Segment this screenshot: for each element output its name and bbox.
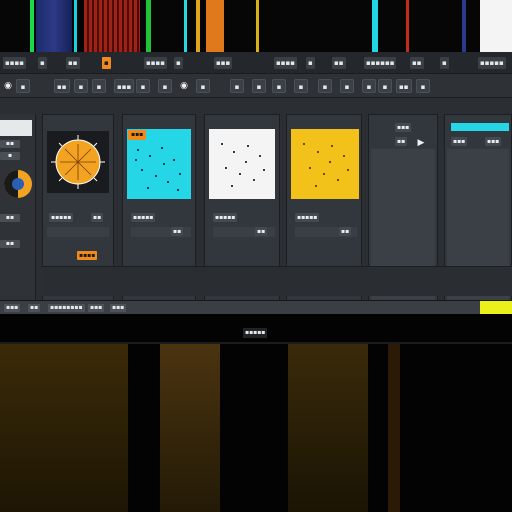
sidebar-item[interactable]: ▪	[0, 152, 20, 160]
toolbar-button[interactable]: ▪	[378, 79, 392, 93]
toolbar-button[interactable]: ▪	[272, 79, 286, 93]
record-icon[interactable]: ◉	[178, 79, 190, 93]
dial-slider[interactable]	[47, 227, 109, 237]
right-sub-label[interactable]: ▪▪▪	[485, 137, 502, 146]
toolbar-button[interactable]: ▪	[230, 79, 244, 93]
sidebar-item[interactable]: ▪▪	[0, 214, 20, 222]
dial-footer-label: ▪▪▪▪▪	[49, 213, 74, 222]
bottom-label: ▪▪▪▪▪	[243, 328, 268, 338]
toolbar-button[interactable]: ▪▪	[396, 79, 412, 93]
cyan-header-button[interactable]: ▪▪▪	[128, 130, 147, 140]
toolbar-button[interactable]: ▪▪▪	[114, 79, 135, 93]
strip-red-block	[84, 0, 140, 52]
cyan-footer-label: ▪▪▪▪▪	[131, 213, 156, 222]
menu-bar: ▪▪▪▪ ▪ ▪▪ ▪ ▪▪▪▪ ▪ ▪▪▪ ▪▪▪▪ ▪ ▪▪ ▪▪▪▪▪▪ …	[0, 52, 512, 74]
menu-item-active[interactable]: ▪	[102, 57, 111, 69]
strip-blue-bar	[462, 0, 466, 52]
menu-item[interactable]: ▪▪▪▪	[144, 57, 167, 69]
menu-item[interactable]: ▪▪	[332, 57, 346, 69]
sidebar-item[interactable]: ▪▪	[0, 240, 20, 248]
status-item: ▪▪▪	[4, 304, 21, 312]
sidebar-thumbnail-graphic	[4, 170, 32, 198]
dial-graphic	[51, 135, 105, 189]
menu-item[interactable]: ▪▪▪▪	[3, 57, 26, 69]
menu-item[interactable]: ▪▪▪	[214, 57, 233, 69]
left-sidebar: ▪▪ ▪ ▪▪ ▪▪	[0, 114, 36, 310]
toolbar-button[interactable]: ▪	[92, 79, 106, 93]
app-window: ▪▪▪▪ ▪ ▪▪ ▪ ▪▪▪▪ ▪ ▪▪▪ ▪▪▪▪ ▪ ▪▪ ▪▪▪▪▪▪ …	[0, 52, 512, 314]
sidebar-header[interactable]	[0, 120, 32, 136]
strip-green-bar-2	[146, 0, 151, 52]
status-item: ▪▪▪	[88, 304, 105, 312]
white-footer-value: ▪▪	[255, 227, 268, 236]
toolbar-button[interactable]: ▪	[136, 79, 150, 93]
lower-band	[42, 266, 512, 296]
bottom-column	[160, 344, 220, 512]
menu-item[interactable]: ▪▪▪▪	[274, 57, 297, 69]
menu-item[interactable]: ▪▪▪▪▪▪	[364, 57, 397, 69]
toolbar-button[interactable]: ▪	[196, 79, 210, 93]
top-color-strip	[0, 0, 512, 52]
status-bar: ▪▪▪ ▪▪ ▪▪▪▪▪▪▪▪ ▪▪▪ ▪▪▪	[0, 300, 512, 315]
white-tile[interactable]	[209, 129, 275, 199]
toolbar-button[interactable]: ▪	[74, 79, 88, 93]
white-pattern	[221, 143, 265, 187]
toolbar-button[interactable]: ▪	[416, 79, 430, 93]
status-item: ▪▪▪	[110, 304, 127, 312]
toolbar-button[interactable]: ▪	[294, 79, 308, 93]
toolbar-button[interactable]: ▪	[362, 79, 376, 93]
toolbar-button[interactable]: ▪▪	[54, 79, 70, 93]
bottom-region: ▪▪▪▪▪	[0, 314, 512, 512]
white-footer-label: ▪▪▪▪▪	[213, 213, 238, 222]
grey-header-label: ▪▪▪	[395, 123, 412, 132]
strip-gold-bar	[256, 0, 259, 52]
strip-cyan-bar-2	[184, 0, 187, 52]
toolbar-button[interactable]: ▪	[318, 79, 332, 93]
yellow-footer-label: ▪▪▪▪▪	[295, 213, 320, 222]
yellow-pattern	[303, 143, 349, 187]
play-icon[interactable]: ▶	[415, 136, 427, 150]
right-accent-bar	[451, 123, 509, 131]
cyan-footer-value: ▪▪	[171, 227, 184, 236]
sidebar-thumbnail[interactable]	[0, 166, 32, 202]
strip-yellow-bar	[196, 0, 200, 52]
yellow-footer-value: ▪▪	[339, 227, 352, 236]
bottom-column	[0, 344, 128, 512]
dial-tile[interactable]	[47, 131, 109, 193]
toolbar-button[interactable]: ▪	[16, 79, 30, 93]
strip-green-bar	[30, 0, 34, 52]
bottom-column	[388, 344, 400, 512]
status-item: ▪▪	[28, 304, 41, 312]
strip-cyan-bar	[74, 0, 77, 52]
strip-white-block	[480, 0, 512, 52]
menu-item[interactable]: ▪▪	[66, 57, 80, 69]
toolbar-button[interactable]: ▪	[252, 79, 266, 93]
tool-bar: ◉ ▪ ▪▪ ▪ ▪ ▪▪▪ ▪ ▪ ◉ ▪ ▪ ▪ ▪ ▪ ▪ ▪ ▪ ▪ ▪…	[0, 74, 512, 98]
strip-red-bar	[406, 0, 409, 52]
menu-item[interactable]: ▪▪▪▪▪	[478, 57, 506, 69]
dial-footer-value: ▪▪	[91, 213, 104, 222]
strip-orange-block	[206, 0, 224, 52]
bottom-column	[288, 344, 368, 512]
dial-action-button[interactable]: ▪▪▪▪	[77, 251, 98, 260]
menu-item[interactable]: ▪	[174, 57, 183, 69]
strip-cyan-bar-3	[372, 0, 378, 52]
right-header-label[interactable]: ▪▪▪	[451, 137, 468, 146]
menu-item[interactable]: ▪	[306, 57, 315, 69]
strip-blue-block	[36, 0, 72, 52]
power-icon[interactable]: ◉	[2, 79, 14, 93]
menu-item[interactable]: ▪▪	[410, 57, 424, 69]
yellow-tile[interactable]	[291, 129, 359, 199]
grey-sub-label[interactable]: ▪▪	[395, 137, 408, 146]
status-accent	[480, 301, 512, 315]
toolbar-button[interactable]: ▪	[158, 79, 172, 93]
menu-item[interactable]: ▪	[440, 57, 449, 69]
sidebar-item[interactable]: ▪▪	[0, 140, 20, 148]
menu-item[interactable]: ▪	[38, 57, 47, 69]
toolbar-button[interactable]: ▪	[340, 79, 354, 93]
status-item: ▪▪▪▪▪▪▪▪	[48, 304, 85, 312]
